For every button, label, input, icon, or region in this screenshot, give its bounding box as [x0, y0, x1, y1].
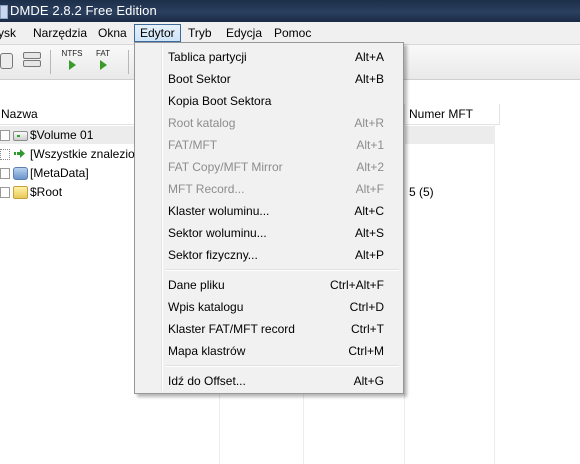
menu-item-label: Klaster woluminu...	[168, 204, 270, 218]
toolbar-separator	[128, 50, 129, 74]
green-arrow-icon	[14, 149, 25, 158]
menu-item-shortcut: Alt+F	[355, 182, 384, 196]
metadata-icon	[13, 167, 28, 180]
menu-item-label: Klaster FAT/MFT record	[168, 322, 295, 336]
column-header-mft[interactable]: Numer MFT	[404, 104, 500, 125]
menu-item-cluster-fat-mft-record[interactable]: Klaster FAT/MFT record Ctrl+T	[135, 318, 403, 340]
menu-item-physical-sector[interactable]: Sektor fizyczny... Alt+P	[135, 244, 403, 266]
menu-item-shortcut: Alt+A	[354, 50, 384, 64]
folder-icon	[13, 186, 28, 199]
menu-item-label: MFT Record...	[168, 182, 245, 196]
menu-separator	[165, 269, 399, 271]
menu-item-shortcut: Alt+P	[354, 248, 384, 262]
menu-item-label: Idź do Offset...	[168, 374, 246, 388]
menu-item-shortcut: Alt+S	[354, 226, 384, 240]
menu-item-label: Sektor woluminu...	[168, 226, 267, 240]
row-checkbox[interactable]	[0, 149, 10, 160]
menu-item-volume-sector[interactable]: Sektor woluminu... Alt+S	[135, 222, 403, 244]
disk-list-button[interactable]	[23, 52, 41, 69]
menu-item-shortcut: Ctrl+T	[351, 322, 384, 336]
menu-item-shortcut: Alt+R	[354, 116, 384, 130]
partitions-button[interactable]	[0, 53, 13, 69]
title-bar: DMDE 2.8.2 Free Edition	[0, 0, 580, 22]
menu-pomoc[interactable]: Pomoc	[274, 25, 311, 41]
list-bar-icon	[23, 52, 41, 59]
menu-item-shortcut: Ctrl+M	[348, 344, 384, 358]
menu-item-label: Mapa klastrów	[168, 344, 246, 358]
menu-narzedzia[interactable]: Narzędzia	[33, 25, 87, 41]
menu-item-label: Boot Sektor	[168, 72, 231, 86]
list-bar-icon	[23, 60, 41, 67]
menu-item-boot-sector-copy[interactable]: Kopia Boot Sektora	[135, 90, 403, 112]
ntfs-label: NTFS	[61, 49, 83, 58]
editor-menu-dropdown: Tablica partycji Alt+A Boot Sektor Alt+B…	[134, 42, 404, 394]
play-icon	[99, 60, 107, 70]
menu-item-file-data[interactable]: Dane pliku Ctrl+Alt+F	[135, 274, 403, 296]
menu-item-shortcut: Alt+2	[356, 160, 384, 174]
menu-item-shortcut: Ctrl+Alt+F	[329, 278, 384, 292]
column-divider	[404, 124, 405, 464]
menu-item-fat-mft: FAT/MFT Alt+1	[135, 134, 403, 156]
row-checkbox[interactable]	[0, 168, 10, 179]
ntfs-search-button[interactable]: NTFS	[58, 49, 86, 70]
menu-dysk[interactable]: ysk	[0, 25, 16, 41]
menu-tryb[interactable]: Tryb	[188, 25, 212, 41]
menu-item-label: Wpis katalogu	[168, 300, 244, 314]
fat-label: FAT	[95, 49, 111, 58]
menu-item-label: Root katalog	[168, 116, 236, 130]
menu-item-fat-copy-mft-mirror: FAT Copy/MFT Mirror Alt+2	[135, 156, 403, 178]
menu-item-label: Tablica partycji	[168, 50, 247, 64]
row-checkbox[interactable]	[0, 187, 10, 198]
menu-item-shortcut: Alt+B	[354, 72, 384, 86]
menu-item-directory-entry[interactable]: Wpis katalogu Ctrl+D	[135, 296, 403, 318]
menu-edytor[interactable]: Edytor	[134, 24, 181, 42]
menu-item-label: Dane pliku	[168, 278, 225, 292]
menu-okna[interactable]: Okna	[98, 25, 127, 41]
menu-item-cluster-map[interactable]: Mapa klastrów Ctrl+M	[135, 340, 403, 362]
menu-item-go-to-offset[interactable]: Idź do Offset... Alt+G	[135, 370, 403, 392]
row-name: [Wszystkie znalezion	[30, 147, 142, 161]
play-icon	[68, 60, 76, 70]
menu-item-label: FAT/MFT	[168, 138, 218, 152]
menu-item-shortcut: Alt+C	[354, 204, 384, 218]
menu-item-shortcut: Alt+1	[356, 138, 384, 152]
menu-item-root-directory: Root katalog Alt+R	[135, 112, 403, 134]
row-checkbox[interactable]	[0, 130, 10, 141]
row-name: $Volume 01	[30, 128, 94, 142]
row-name: [MetaData]	[30, 166, 89, 180]
toolbar-separator	[50, 50, 51, 74]
row-mft-value: 5 (5)	[409, 185, 434, 199]
menu-item-shortcut: Alt+G	[353, 374, 384, 388]
menu-edycja[interactable]: Edycja	[226, 25, 262, 41]
window-title: DMDE 2.8.2 Free Edition	[10, 3, 157, 18]
menu-item-partition-table[interactable]: Tablica partycji Alt+A	[135, 46, 403, 68]
menu-separator	[165, 365, 399, 367]
menu-item-volume-cluster[interactable]: Klaster woluminu... Alt+C	[135, 200, 403, 222]
row-name: $Root	[30, 185, 63, 199]
menu-item-boot-sector[interactable]: Boot Sektor Alt+B	[135, 68, 403, 90]
column-divider	[494, 124, 495, 464]
fat-search-button[interactable]: FAT	[89, 49, 117, 70]
menu-item-label: Sektor fizyczny...	[168, 248, 258, 262]
menu-item-label: FAT Copy/MFT Mirror	[168, 160, 283, 174]
app-icon	[0, 5, 8, 19]
menu-item-label: Kopia Boot Sektora	[168, 94, 272, 108]
menu-item-shortcut: Ctrl+D	[349, 300, 384, 314]
drive-icon	[13, 131, 28, 141]
menu-item-mft-record: MFT Record... Alt+F	[135, 178, 403, 200]
